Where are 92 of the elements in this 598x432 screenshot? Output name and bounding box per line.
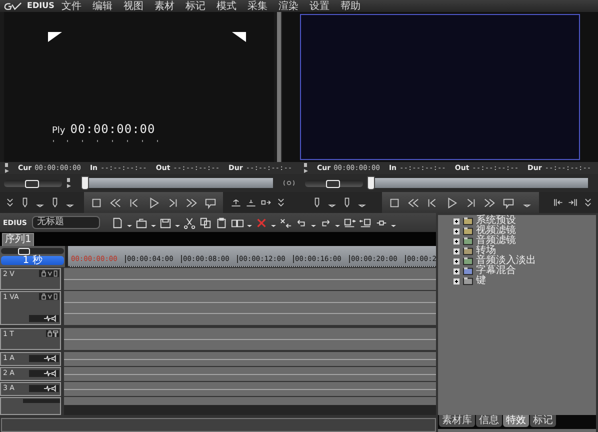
shuttle-slider[interactable]	[24, 180, 39, 188]
stop-icon[interactable]	[388, 196, 400, 208]
fast-forward-icon[interactable]	[482, 196, 496, 208]
folder-icon	[463, 267, 473, 275]
step-back-icon[interactable]	[426, 196, 438, 208]
track-lane[interactable]	[64, 291, 436, 325]
track-header[interactable]	[0, 397, 61, 415]
panel-tab[interactable]: 特效	[503, 415, 529, 427]
timeline-scrollbar[interactable]	[1, 418, 436, 432]
track-remove-icon[interactable]	[358, 216, 372, 228]
expand-icon[interactable]	[453, 268, 460, 274]
expand-icon[interactable]	[453, 238, 460, 244]
panel-tab[interactable]: 信息	[476, 415, 502, 427]
open-icon[interactable]	[134, 216, 148, 228]
new-file-icon[interactable]	[110, 216, 124, 228]
track-lane[interactable]	[64, 352, 436, 366]
track-lane[interactable]	[64, 382, 436, 396]
effect-category[interactable]: 音频滤镜	[476, 236, 516, 246]
fast-forward-icon[interactable]	[184, 196, 198, 208]
folder-icon	[463, 257, 473, 265]
menu-item[interactable]: 标记	[185, 0, 206, 12]
sequence-tab[interactable]: 序列1	[2, 233, 34, 246]
chevron-icon[interactable]	[275, 197, 287, 208]
logo-icon	[3, 2, 23, 10]
menu-item[interactable]: 文件	[61, 0, 82, 12]
track-lock-icon[interactable]	[39, 293, 59, 300]
corner-mark-icon	[232, 32, 246, 42]
project-name-field[interactable]: 无标题	[32, 216, 100, 229]
audio-waveform-icon[interactable]	[29, 355, 59, 362]
track-lane[interactable]	[64, 268, 436, 290]
folder-icon	[463, 217, 473, 225]
audio-waveform-icon[interactable]	[29, 370, 59, 377]
expand-icon[interactable]	[453, 228, 460, 234]
playhead-handle[interactable]	[367, 176, 375, 190]
overlay-timecode: 00:00:00:00	[70, 122, 156, 136]
trim-in-icon[interactable]	[552, 197, 564, 208]
audio-meter-icon	[4, 163, 10, 173]
step-back-icon[interactable]	[128, 196, 140, 208]
effect-category[interactable]: 视频滤镜	[476, 226, 516, 236]
menu-item[interactable]: 渲染	[278, 0, 298, 12]
menu-item[interactable]: 视图	[123, 0, 144, 12]
menu-item[interactable]: 帮助	[340, 0, 360, 12]
menu-item[interactable]: 模式	[216, 0, 236, 12]
folder-icon	[463, 247, 473, 255]
effect-category[interactable]: 音频淡入淡出	[476, 256, 536, 266]
folder-icon	[463, 227, 473, 235]
zoom-dropdown[interactable]: 1 秒	[1, 256, 64, 265]
track-lane[interactable]	[64, 328, 436, 350]
copy-icon[interactable]	[198, 216, 212, 228]
overwrite-icon[interactable]	[245, 197, 257, 208]
playhead-handle[interactable]	[81, 176, 89, 190]
ripple-delete-icon[interactable]	[278, 216, 292, 228]
track-lock-icon[interactable]	[39, 270, 59, 277]
menu-item[interactable]: 采集	[247, 0, 268, 12]
rewind-icon[interactable]	[406, 196, 420, 208]
audio-meter-icon	[303, 163, 309, 173]
paste-icon[interactable]	[214, 216, 228, 228]
menu-item[interactable]: 素材	[154, 0, 174, 12]
expand-icon[interactable]	[453, 248, 460, 254]
effect-category[interactable]: 转场	[476, 246, 496, 256]
menu-item[interactable]: 设置	[309, 0, 330, 12]
app-logo: EDIUS	[27, 1, 54, 11]
audio-meter-icon	[66, 178, 72, 188]
shuttle-slider[interactable]	[326, 180, 340, 188]
overlay-label: Ply	[52, 126, 66, 136]
insert-icon[interactable]	[230, 197, 242, 208]
folder-icon	[463, 237, 473, 245]
expand-icon[interactable]	[453, 278, 460, 284]
rewind-icon[interactable]	[108, 196, 122, 208]
expand-icon[interactable]	[453, 258, 460, 264]
menu-item[interactable]: 编辑	[92, 0, 112, 12]
panel-tab[interactable]: 标记	[530, 415, 556, 427]
expand-icon[interactable]	[453, 218, 460, 224]
panel-tab[interactable]: 素材库	[439, 415, 475, 427]
zoom-slider[interactable]	[18, 248, 30, 255]
trim-out-icon[interactable]	[567, 197, 579, 208]
chevron-icon[interactable]	[582, 197, 594, 208]
track-lane[interactable]	[64, 367, 436, 381]
audio-waveform-icon[interactable]	[29, 385, 59, 392]
save-icon[interactable]	[158, 216, 172, 228]
audio-waveform-icon[interactable]	[29, 315, 59, 322]
track-lock-icon[interactable]	[46, 330, 59, 337]
chevron-icon[interactable]	[4, 197, 16, 208]
corner-mark-icon	[48, 32, 62, 42]
track-lane[interactable]	[64, 397, 436, 415]
folder-icon	[463, 277, 473, 285]
effect-category[interactable]: 字幕混合	[476, 266, 516, 276]
stop-icon[interactable]	[90, 196, 102, 208]
effect-category[interactable]: 键	[476, 276, 486, 286]
track-add-icon[interactable]	[342, 216, 356, 228]
effect-category[interactable]: 系统预设	[476, 216, 516, 226]
cut-icon[interactable]	[182, 216, 196, 228]
